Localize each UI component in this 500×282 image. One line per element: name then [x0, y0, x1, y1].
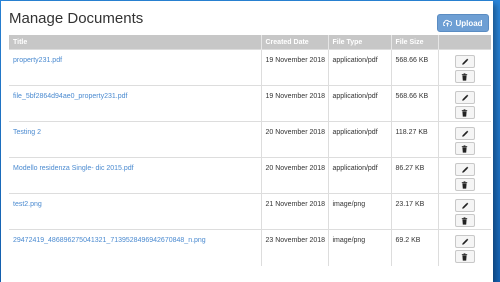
cell-file-size: 86.27 KB: [391, 157, 439, 194]
cell-actions: [438, 85, 491, 122]
cell-created-date: 20 November 2018: [261, 121, 329, 158]
documents-table: Title Created Date File Type File Size p…: [9, 35, 491, 266]
cell-file-type: application/pdf: [328, 157, 392, 194]
trash-icon: [461, 252, 468, 261]
delete-button[interactable]: [454, 214, 475, 227]
edit-button[interactable]: [454, 163, 475, 176]
documents-panel: Manage Documents Upload Title Created Da…: [1, 1, 493, 282]
document-title-link[interactable]: file_5bf2864d94ae0_property231.pdf: [13, 93, 127, 100]
table-row: 29472419_486896275041321_713952849694267…: [9, 229, 491, 266]
edit-button[interactable]: [454, 55, 475, 68]
cell-created-date: 21 November 2018: [261, 193, 329, 230]
document-title-link[interactable]: test2.png: [13, 201, 42, 208]
document-title-link[interactable]: Testing 2: [13, 129, 41, 136]
cell-file-type: image/png: [328, 193, 392, 230]
upload-button[interactable]: Upload: [437, 14, 489, 32]
pencil-icon: [461, 130, 469, 138]
cell-created-date: 19 November 2018: [261, 85, 329, 122]
delete-button[interactable]: [454, 250, 475, 263]
cell-created-date: 19 November 2018: [261, 49, 329, 86]
delete-button[interactable]: [454, 178, 475, 191]
cell-title[interactable]: file_5bf2864d94ae0_property231.pdf: [9, 85, 262, 122]
trash-icon: [461, 180, 468, 189]
cell-file-size: 118.27 KB: [391, 121, 439, 158]
cell-created-date: 20 November 2018: [261, 157, 329, 194]
cell-title[interactable]: 29472419_486896275041321_713952849694267…: [9, 229, 262, 266]
column-header-file-type[interactable]: File Type: [328, 35, 392, 50]
edit-button[interactable]: [454, 91, 475, 104]
document-title-link[interactable]: 29472419_486896275041321_713952849694267…: [13, 237, 206, 244]
table-row: Modello residenza Single- dic 2015.pdf 20…: [9, 157, 491, 194]
cell-created-date: 23 November 2018: [261, 229, 329, 266]
cell-file-size: 568.66 KB: [391, 85, 439, 122]
cell-file-size: 23.17 KB: [391, 193, 439, 230]
table-header-row: Title Created Date File Type File Size: [9, 35, 491, 50]
trash-icon: [461, 144, 468, 153]
edit-button[interactable]: [454, 199, 475, 212]
column-header-title[interactable]: Title: [9, 35, 262, 50]
pencil-icon: [461, 94, 469, 102]
trash-icon: [461, 216, 468, 225]
cell-title[interactable]: test2.png: [9, 193, 262, 230]
panel-header: Manage Documents Upload: [1, 1, 493, 35]
cell-title[interactable]: Testing 2: [9, 121, 262, 158]
cell-file-type: application/pdf: [328, 49, 392, 86]
cell-file-size: 69.2 KB: [391, 229, 439, 266]
pencil-icon: [461, 166, 469, 174]
delete-button[interactable]: [454, 142, 475, 155]
table-row: Testing 2 20 November 2018 application/pdf…: [9, 121, 491, 158]
cell-actions: [438, 157, 491, 194]
edit-button[interactable]: [454, 235, 475, 248]
cell-file-type: application/pdf: [328, 85, 392, 122]
table-row: test2.png 21 November 2018 image/png 23.17 …: [9, 193, 491, 230]
document-title-link[interactable]: property231.pdf: [13, 57, 62, 64]
document-title-link[interactable]: Modello residenza Single- dic 2015.pdf: [13, 165, 134, 172]
cell-title[interactable]: property231.pdf: [9, 49, 262, 86]
cell-actions: [438, 49, 491, 86]
cell-title[interactable]: Modello residenza Single- dic 2015.pdf: [9, 157, 262, 194]
column-header-actions: [438, 35, 491, 50]
edit-button[interactable]: [454, 127, 475, 140]
cell-file-size: 568.66 KB: [391, 49, 439, 86]
cell-actions: [438, 193, 491, 230]
column-header-created-date[interactable]: Created Date: [261, 35, 329, 50]
trash-icon: [461, 108, 468, 117]
cell-file-type: image/png: [328, 229, 392, 266]
pencil-icon: [461, 238, 469, 246]
column-header-file-size[interactable]: File Size: [391, 35, 439, 50]
pencil-icon: [461, 58, 469, 66]
cell-file-type: application/pdf: [328, 121, 392, 158]
cloud-upload-icon: [443, 19, 453, 27]
cell-actions: [438, 229, 491, 266]
cell-actions: [438, 121, 491, 158]
delete-button[interactable]: [454, 70, 475, 83]
page-title: Manage Documents: [9, 10, 144, 27]
upload-label: Upload: [455, 18, 483, 28]
delete-button[interactable]: [454, 106, 475, 119]
trash-icon: [461, 72, 468, 81]
pencil-icon: [461, 202, 469, 210]
table-row: property231.pdf 19 November 2018 applicati…: [9, 49, 491, 86]
table-row: file_5bf2864d94ae0_property231.pdf 19 Nov…: [9, 85, 491, 122]
